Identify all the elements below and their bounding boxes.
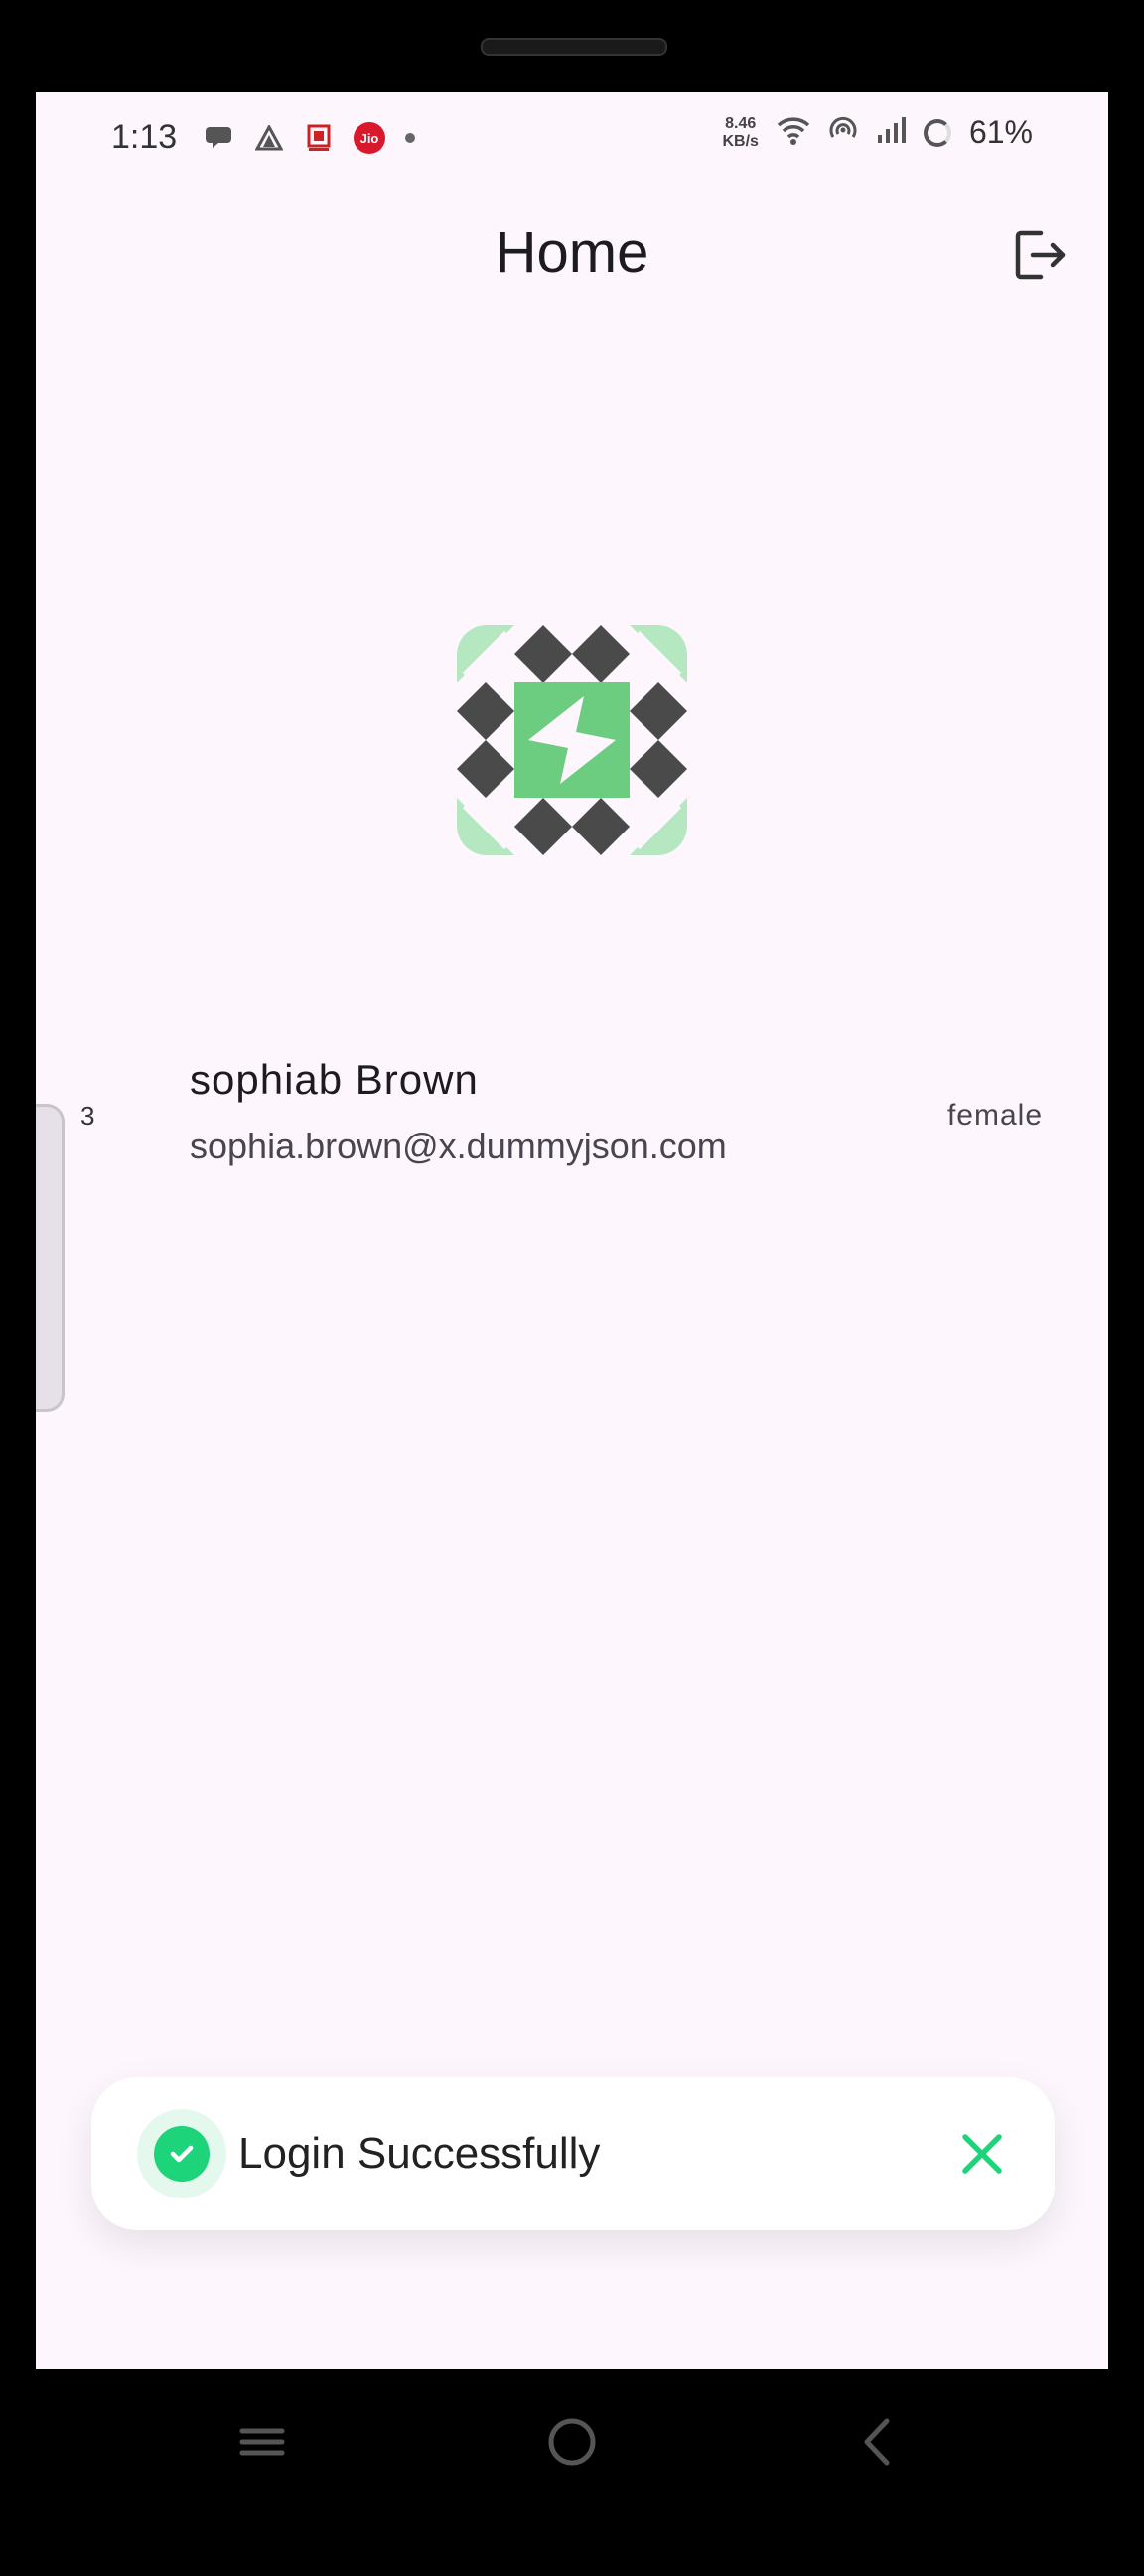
back-button[interactable] xyxy=(845,2407,915,2477)
phone-screen: 1:13 Jio 8.46 KB/s 61% Home 3 sophiab Br… xyxy=(36,92,1108,2369)
cell-signal-icon xyxy=(876,115,906,150)
user-gender: female xyxy=(946,1099,1043,1132)
user-index: 3 xyxy=(80,1101,95,1131)
status-bar: 1:13 Jio 8.46 KB/s 61% xyxy=(36,92,1108,187)
toast-close-button[interactable] xyxy=(953,2125,1011,2183)
chat-bubble-icon xyxy=(205,123,234,153)
network-speed-value: 8.46 xyxy=(725,114,757,132)
hotspot-icon xyxy=(828,115,858,150)
side-scroll-handle[interactable] xyxy=(36,1104,65,1412)
system-nav-bar xyxy=(0,2369,1144,2518)
page-title: Home xyxy=(495,221,649,285)
toast-icon-wrap xyxy=(137,2109,226,2198)
signal-triangle-icon xyxy=(254,123,284,153)
home-button[interactable] xyxy=(537,2407,607,2477)
user-email: sophia.brown@x.dummyjson.com xyxy=(190,1126,727,1166)
logout-icon xyxy=(1015,230,1066,280)
network-speed: 8.46 KB/s xyxy=(723,115,759,151)
device-frame: 1:13 Jio 8.46 KB/s 61% Home 3 sophiab Br… xyxy=(0,0,1144,2576)
status-right-icons: 8.46 KB/s 61% xyxy=(723,114,1034,151)
battery-percent: 61% xyxy=(968,114,1033,150)
jio-icon: Jio xyxy=(354,122,385,154)
back-icon xyxy=(864,2418,890,2466)
wifi-icon xyxy=(777,115,810,150)
app-icon xyxy=(304,123,334,153)
home-icon xyxy=(548,2418,596,2466)
battery-icon xyxy=(923,118,951,147)
logout-button[interactable] xyxy=(1011,226,1071,285)
close-icon xyxy=(962,2134,1002,2174)
toast-notification: Login Successfully xyxy=(91,2077,1055,2230)
dot-icon xyxy=(405,133,415,143)
toast-message: Login Successfully xyxy=(238,2129,601,2178)
network-speed-unit: KB/s xyxy=(722,132,759,150)
check-circle-icon xyxy=(154,2126,210,2182)
earpiece-speaker xyxy=(481,38,667,56)
user-name: sophiab Brown xyxy=(190,1056,479,1103)
status-time: 1:13 xyxy=(111,118,178,156)
recents-button[interactable] xyxy=(227,2407,297,2477)
recents-icon xyxy=(239,2428,285,2456)
notification-icons: Jio xyxy=(205,122,415,154)
identicon-avatar xyxy=(457,625,687,855)
